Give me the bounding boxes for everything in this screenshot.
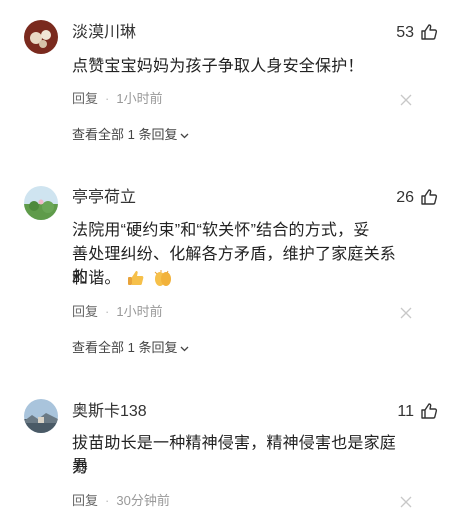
timestamp: 30分钟前 (116, 493, 170, 508)
comment-text: 点赞宝宝妈妈为孩子争取人身安全保护！ (72, 58, 364, 75)
chevron-down-icon (181, 346, 189, 351)
separator-dot: · (105, 304, 110, 319)
thumbs-up-icon[interactable] (420, 402, 438, 420)
comment-meta: 回复 · 1小时前 (72, 303, 163, 321)
comment-text: 法院用“硬约束”和“软关怀”结合的方式，妥 (72, 222, 370, 239)
reply-button[interactable]: 回复 (72, 492, 98, 510)
comment-meta: 回复 · 1小时前 (72, 90, 163, 108)
comment-text-last-line: 和谐。 (72, 267, 412, 290)
separator-dot: · (105, 493, 110, 508)
like-count: 53 (396, 24, 414, 41)
clap-emoji (154, 270, 171, 286)
close-icon[interactable] (400, 307, 412, 319)
username[interactable]: 奥斯卡138 (72, 402, 147, 422)
like-count: 11 (397, 403, 414, 420)
comment-text: 力 (72, 459, 89, 476)
reply-button[interactable]: 回复 (72, 303, 98, 321)
view-replies-link[interactable]: 查看全部 1 条回复 (72, 339, 190, 357)
close-icon[interactable] (400, 94, 412, 106)
avatar[interactable] (24, 20, 58, 54)
thumbs-up-icon[interactable] (420, 23, 438, 41)
timestamp: 1小时前 (116, 304, 163, 319)
avatar[interactable] (24, 186, 58, 220)
like-count: 26 (396, 189, 414, 206)
username[interactable]: 亭亭荷立 (72, 188, 136, 208)
timestamp: 1小时前 (116, 91, 163, 106)
thumbs-up-icon[interactable] (420, 188, 438, 206)
reply-button[interactable]: 回复 (72, 90, 98, 108)
separator-dot: · (105, 91, 110, 106)
view-replies-label: 查看全部 1 条回复 (72, 340, 178, 355)
view-replies-link[interactable]: 查看全部 1 条回复 (72, 126, 190, 144)
view-replies-label: 查看全部 1 条回复 (72, 127, 178, 142)
comment-meta: 回复 · 30分钟前 (72, 492, 170, 510)
chevron-down-icon (181, 133, 189, 138)
username[interactable]: 淡漠川琳 (72, 23, 136, 43)
thumbs-up-emoji (128, 271, 144, 285)
close-icon[interactable] (400, 496, 412, 508)
avatar[interactable] (24, 399, 58, 433)
comment-text: 和谐。 (72, 270, 121, 287)
